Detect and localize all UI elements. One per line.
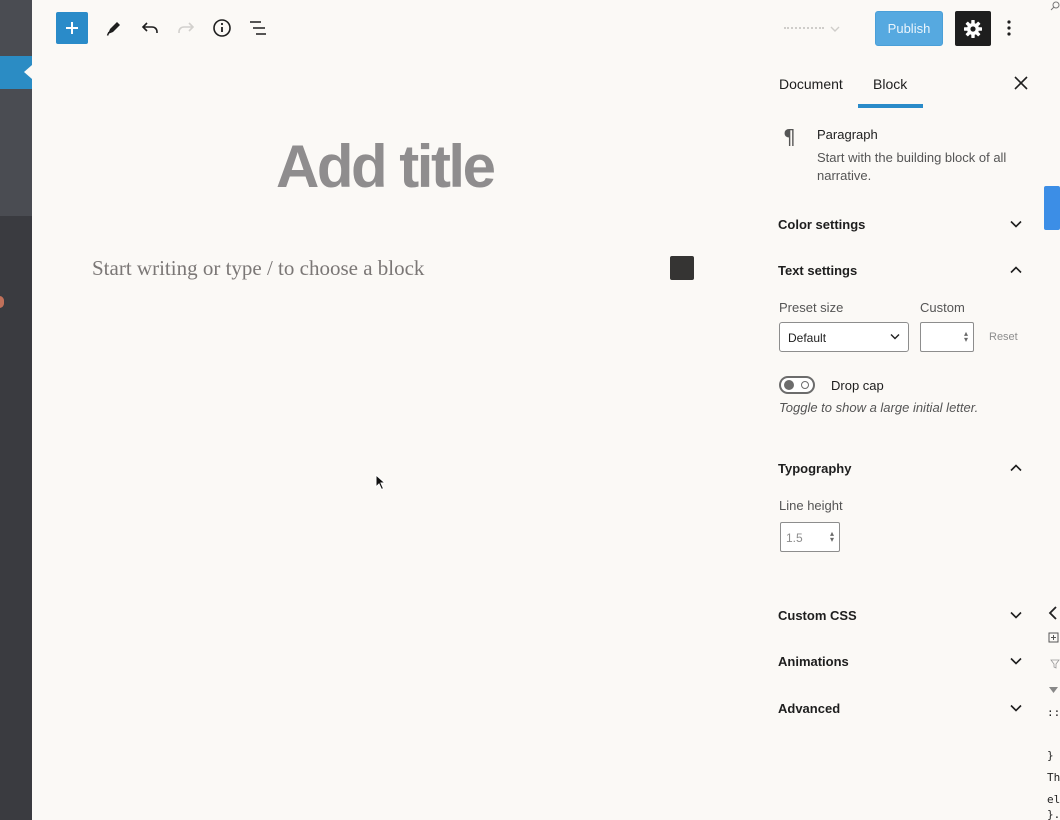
active-menu-arrow [24, 65, 32, 79]
devtools-text-line: :: [1047, 706, 1060, 719]
panel-title: Text settings [778, 263, 858, 278]
panel-title: Color settings [778, 217, 866, 232]
close-icon [1014, 76, 1028, 90]
preset-size-label: Preset size [779, 300, 844, 315]
panel-title: Typography [778, 461, 852, 476]
drop-cap-help-text: Toggle to show a large initial letter. [779, 400, 979, 415]
chevron-up-icon [1010, 464, 1022, 472]
tab-document[interactable]: Document [779, 76, 843, 92]
reset-font-size-button[interactable]: Reset [989, 331, 1018, 343]
block-card-title: Paragraph [817, 127, 878, 142]
block-navigation-button[interactable] [242, 12, 274, 44]
preset-size-value: Default [788, 331, 827, 345]
line-height-label: Line height [779, 498, 843, 513]
devtools-text-line: }. [1047, 808, 1060, 820]
custom-size-input[interactable]: ▴ ▾ [920, 322, 974, 352]
redo-icon [178, 22, 195, 33]
pencil-icon [106, 22, 120, 36]
undo-button[interactable] [134, 12, 166, 44]
paragraph-block-placeholder[interactable]: Start writing or type / to choose a bloc… [92, 256, 424, 281]
panel-title: Advanced [778, 701, 841, 716]
notification-dot [0, 296, 4, 308]
plus-icon [66, 22, 78, 34]
custom-size-label: Custom [920, 300, 965, 315]
toggle-knob [784, 380, 794, 390]
tab-block[interactable]: Block [873, 76, 907, 92]
admin-menu-area [0, 0, 32, 216]
filter-icon[interactable] [1050, 659, 1060, 669]
save-draft-placeholder [784, 22, 850, 36]
chevron-down-icon [1010, 657, 1022, 665]
devtools-text-line: Th [1047, 771, 1060, 784]
post-title-input[interactable]: Add title [276, 132, 496, 201]
more-options-button[interactable] [1000, 14, 1018, 42]
tools-button[interactable] [98, 12, 130, 44]
list-view-icon [250, 21, 266, 35]
chevron-up-icon [1010, 266, 1022, 274]
block-inserter-button[interactable] [56, 12, 88, 44]
toggle-off-indicator [801, 381, 809, 389]
chevron-down-icon [1010, 704, 1022, 712]
panel-title: Custom CSS [778, 608, 857, 623]
undo-icon [141, 22, 158, 33]
drop-cap-toggle[interactable] [779, 376, 815, 394]
chevron-down-icon [1010, 220, 1022, 228]
panel-animations[interactable]: Animations [778, 654, 1028, 674]
panel-title: Animations [778, 654, 849, 669]
line-height-value: 1.5 [786, 531, 803, 545]
devtools-text-line: el [1047, 793, 1060, 806]
info-icon [213, 19, 231, 37]
mouse-cursor-icon [375, 474, 387, 491]
caret-down-icon[interactable] [1049, 687, 1058, 693]
line-height-input[interactable]: 1.5 ▴ ▾ [780, 522, 840, 552]
devtools-panel-edge: :: } Th el }. [1042, 0, 1060, 820]
active-tab-indicator [858, 104, 923, 108]
panel-text-settings[interactable]: Text settings [778, 263, 1028, 283]
more-vertical-icon [1007, 20, 1011, 36]
chevron-down-icon [830, 26, 840, 32]
devtools-text-line: } [1047, 749, 1054, 762]
panel-typography[interactable]: Typography [778, 461, 1028, 481]
panel-color-settings[interactable]: Color settings [778, 217, 1028, 237]
settings-toggle-button[interactable] [955, 11, 991, 46]
chevron-down-icon [1010, 611, 1022, 619]
chevron-left-icon[interactable] [1048, 606, 1058, 620]
chevron-down-icon [890, 334, 900, 340]
panel-custom-css[interactable]: Custom CSS [778, 608, 1028, 628]
stepper-icon[interactable]: ▴ ▾ [964, 330, 968, 344]
block-card-description: Start with the building block of all nar… [817, 150, 1007, 183]
publish-button[interactable]: Publish [875, 11, 943, 46]
devtools-highlight [1044, 186, 1060, 230]
search-icon [1050, 1, 1060, 11]
gear-icon [964, 19, 982, 38]
preset-size-select[interactable]: Default [779, 322, 909, 352]
admin-sidebar [0, 0, 32, 820]
panel-advanced[interactable]: Advanced [778, 701, 1028, 721]
content-info-button[interactable] [206, 12, 238, 44]
paragraph-icon: ¶ [783, 125, 796, 149]
stepper-icon[interactable]: ▴ ▾ [830, 530, 834, 544]
redo-button[interactable] [170, 12, 202, 44]
inspect-icon[interactable] [1048, 632, 1059, 643]
block-appender-button[interactable] [670, 256, 694, 280]
close-sidebar-button[interactable] [1010, 72, 1032, 94]
drop-cap-label: Drop cap [831, 378, 884, 393]
